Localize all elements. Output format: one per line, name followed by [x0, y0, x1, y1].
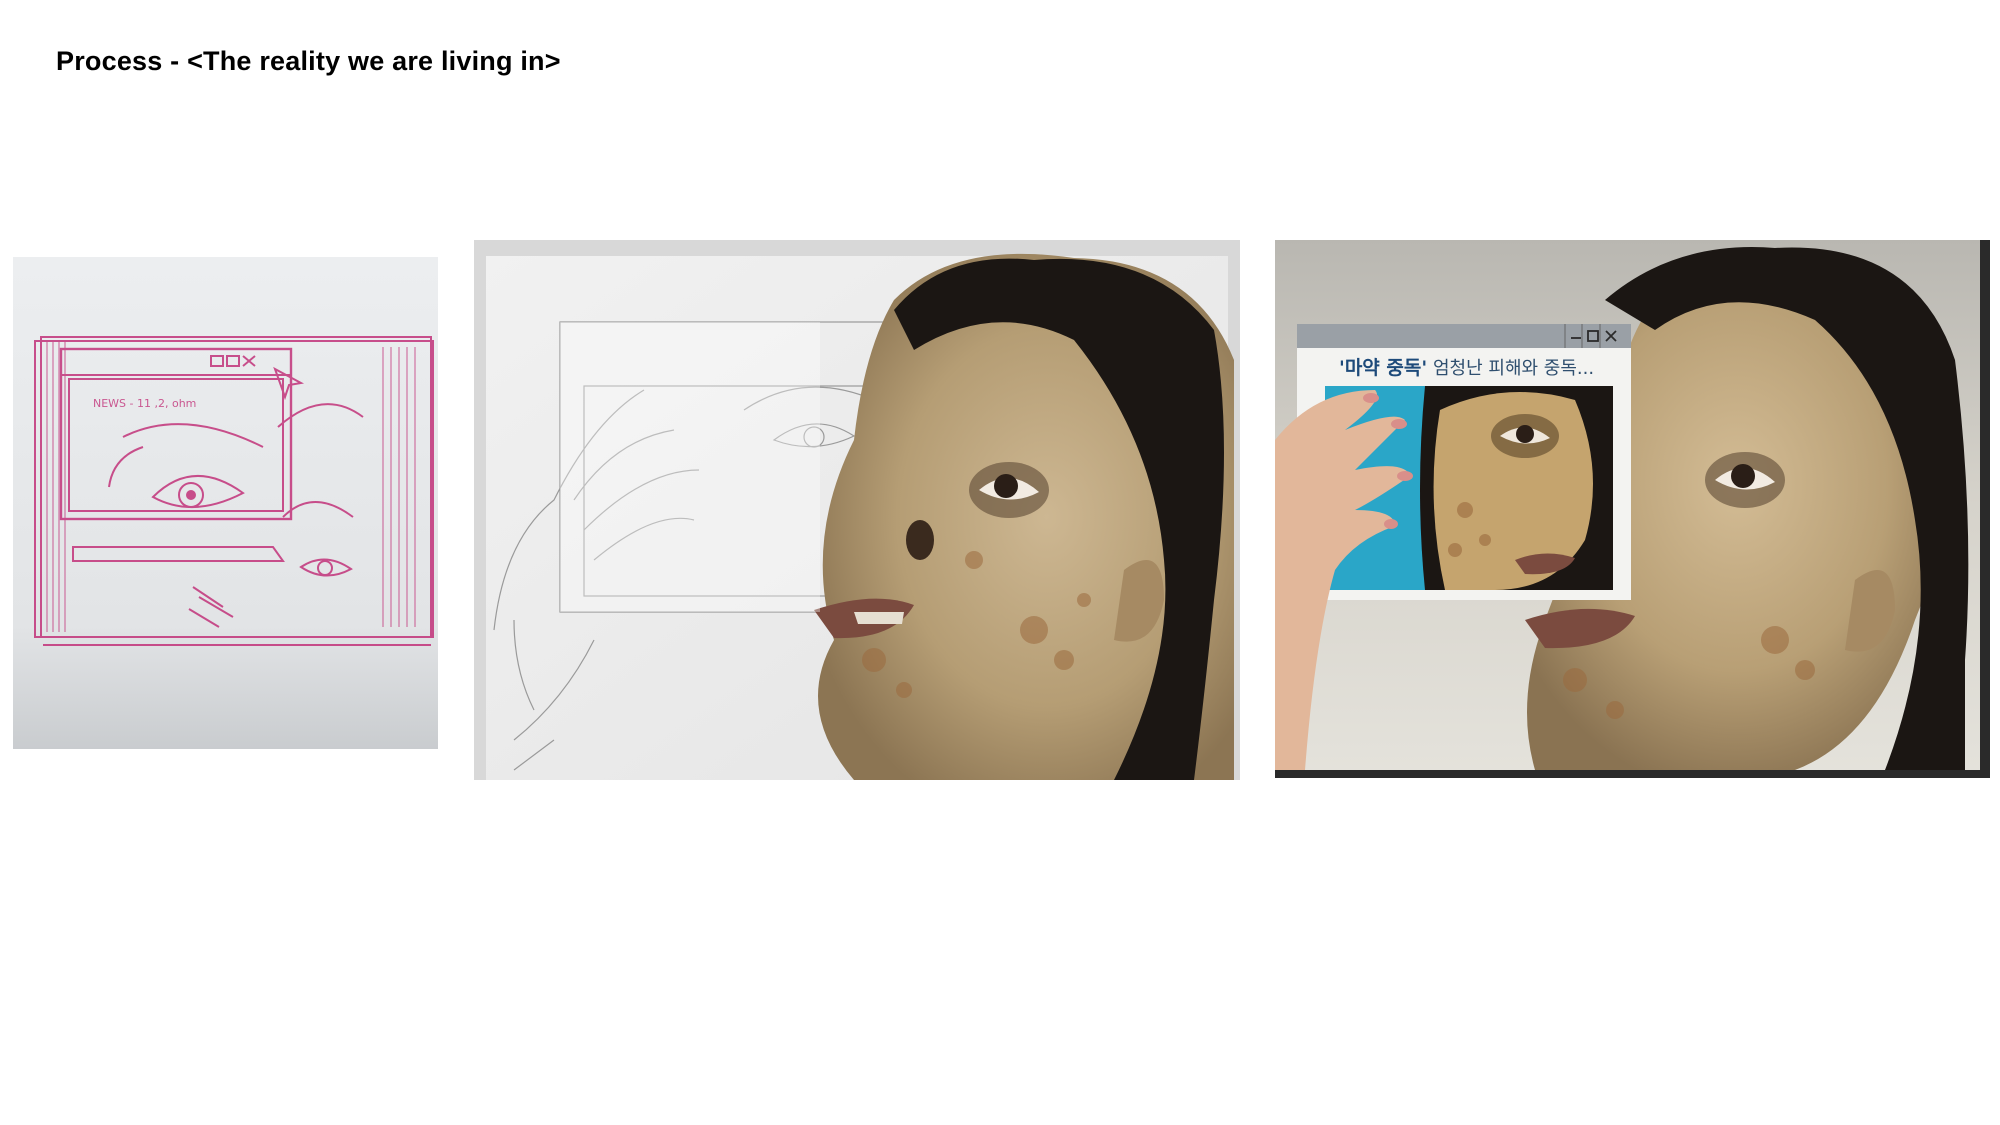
slide-title: Process - <The reality we are living in>	[56, 46, 561, 76]
underdrawing-photo	[474, 240, 1240, 780]
window-headline-rest: 엄청난 피해와 중독...	[1433, 358, 1594, 379]
sketch-photo: NEWS - 11 ,2, ohm	[13, 257, 438, 749]
window-headline-bold: '마약 중독'	[1339, 357, 1427, 379]
finished-painting-photo: '마약 중독' 엄청난 피해와 중독...	[1275, 240, 1990, 778]
sketch-note: NEWS - 11 ,2, ohm	[93, 397, 196, 410]
